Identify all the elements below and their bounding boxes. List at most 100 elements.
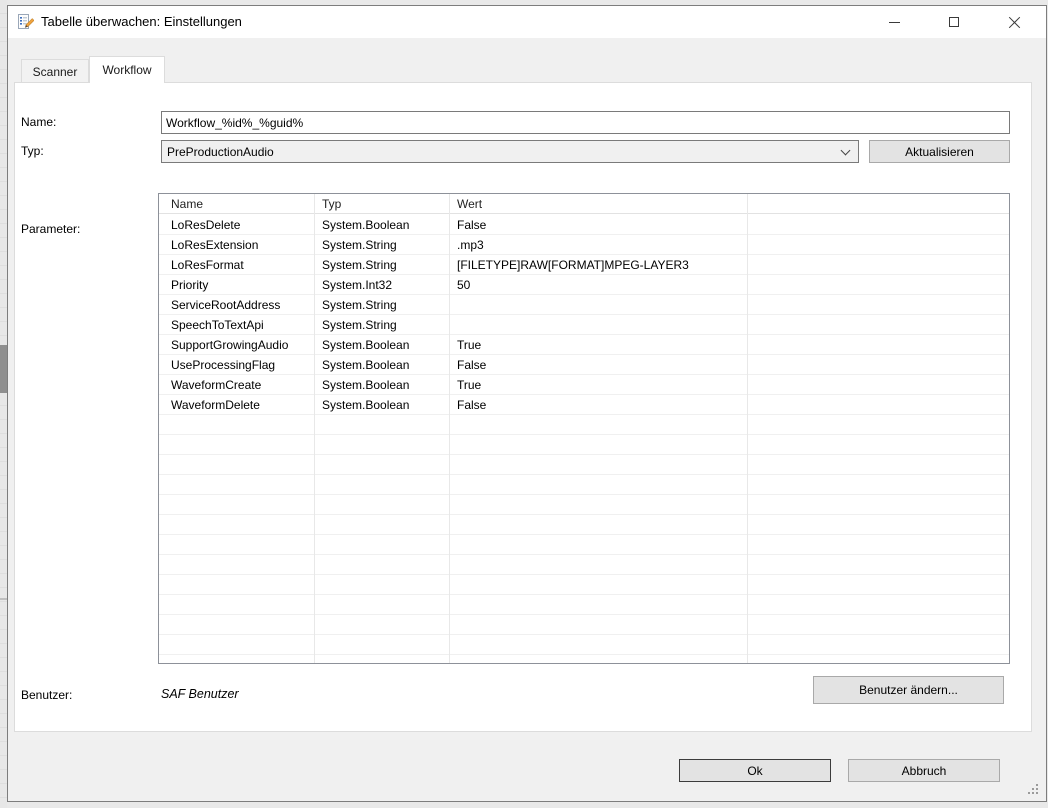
table-cell-typ [314, 455, 449, 474]
table-row[interactable]: WaveformDeleteSystem.BooleanFalse [159, 395, 1009, 415]
table-cell-typ: System.String [314, 315, 449, 334]
abbruch-button[interactable]: Abbruch [848, 759, 1000, 782]
table-cell-name: ServiceRootAddress [159, 295, 314, 314]
column-header-typ[interactable]: Typ [314, 194, 449, 213]
maximize-button[interactable] [924, 6, 984, 38]
table-cell-wert [449, 555, 747, 574]
table-cell-typ [314, 555, 449, 574]
table-cell-wert [449, 515, 747, 534]
table-cell-name: WaveformDelete [159, 395, 314, 414]
table-cell-typ [314, 615, 449, 634]
table-cell-typ: System.String [314, 235, 449, 254]
table-cell-wert: .mp3 [449, 235, 747, 254]
background-window-divider [0, 598, 7, 600]
close-icon [1008, 16, 1021, 29]
table-cell-typ: System.Boolean [314, 335, 449, 354]
table-cell-name: LoResDelete [159, 215, 314, 234]
window-title: Tabelle überwachen: Einstellungen [41, 6, 242, 38]
table-cell-typ: System.Int32 [314, 275, 449, 294]
table-row [159, 415, 1009, 435]
table-row[interactable]: ServiceRootAddressSystem.String [159, 295, 1009, 315]
table-row[interactable]: SupportGrowingAudioSystem.BooleanTrue [159, 335, 1009, 355]
table-row [159, 575, 1009, 595]
titlebar[interactable]: Tabelle überwachen: Einstellungen [8, 6, 1046, 38]
table-cell-wert [449, 415, 747, 434]
chevron-down-icon [841, 145, 851, 155]
benutzer-label: Benutzer: [21, 687, 72, 703]
table-cell-typ [314, 495, 449, 514]
table-row [159, 595, 1009, 615]
close-button[interactable] [984, 6, 1044, 38]
column-header-wert[interactable]: Wert [449, 194, 747, 213]
typ-dropdown[interactable]: PreProductionAudio [161, 140, 859, 163]
table-cell-name [159, 535, 314, 554]
table-row[interactable]: WaveformCreateSystem.BooleanTrue [159, 375, 1009, 395]
table-cell-wert: 50 [449, 275, 747, 294]
table-cell-typ: System.Boolean [314, 355, 449, 374]
table-row[interactable]: LoResDeleteSystem.BooleanFalse [159, 215, 1009, 235]
table-cell-typ: System.String [314, 255, 449, 274]
table-cell-name: SpeechToTextApi [159, 315, 314, 334]
table-row[interactable]: SpeechToTextApiSystem.String [159, 315, 1009, 335]
table-cell-wert [449, 475, 747, 494]
table-cell-typ [314, 415, 449, 434]
tab-workflow[interactable]: Workflow [89, 56, 165, 83]
table-cell-wert [449, 315, 747, 334]
table-cell-wert: True [449, 375, 747, 394]
table-cell-typ [314, 595, 449, 614]
table-cell-wert: [FILETYPE]RAW[FORMAT]MPEG-LAYER3 [449, 255, 747, 274]
table-cell-name: UseProcessingFlag [159, 355, 314, 374]
minimize-button[interactable] [864, 6, 924, 38]
benutzer-aendern-button[interactable]: Benutzer ändern... [813, 676, 1004, 704]
tab-scanner[interactable]: Scanner [21, 59, 89, 83]
table-cell-wert [449, 295, 747, 314]
typ-label: Typ: [21, 143, 44, 159]
benutzer-value: SAF Benutzer [161, 687, 239, 701]
aktualisieren-button[interactable]: Aktualisieren [869, 140, 1010, 163]
table-cell-wert: False [449, 395, 747, 414]
name-input[interactable] [161, 111, 1010, 134]
table-row[interactable]: LoResFormatSystem.String[FILETYPE]RAW[FO… [159, 255, 1009, 275]
table-cell-name [159, 575, 314, 594]
table-cell-wert: False [449, 215, 747, 234]
column-divider [449, 194, 450, 663]
table-cell-name: LoResExtension [159, 235, 314, 254]
table-cell-wert [449, 535, 747, 554]
table-row [159, 475, 1009, 495]
table-cell-typ: System.Boolean [314, 375, 449, 394]
table-cell-wert: True [449, 335, 747, 354]
dialog-window: Tabelle überwachen: Einstellungen Scanne… [7, 5, 1047, 802]
table-cell-name [159, 455, 314, 474]
table-row[interactable]: UseProcessingFlagSystem.BooleanFalse [159, 355, 1009, 375]
table-row [159, 615, 1009, 635]
table-row[interactable]: LoResExtensionSystem.String.mp3 [159, 235, 1009, 255]
table-cell-wert [449, 595, 747, 614]
table-row [159, 455, 1009, 475]
table-cell-wert [449, 575, 747, 594]
table-cell-wert [449, 615, 747, 634]
table-cell-typ [314, 635, 449, 654]
table-cell-wert [449, 435, 747, 454]
column-divider [747, 194, 748, 663]
background-window-edge [0, 0, 7, 808]
table-cell-name [159, 635, 314, 654]
table-cell-wert [449, 635, 747, 654]
parameter-label: Parameter: [21, 221, 80, 237]
window-controls [864, 6, 1044, 38]
table-row [159, 555, 1009, 575]
table-cell-name [159, 515, 314, 534]
table-cell-typ: System.String [314, 295, 449, 314]
table-row [159, 635, 1009, 655]
table-cell-name [159, 475, 314, 494]
resize-grip-icon[interactable] [1026, 782, 1040, 796]
column-header-name[interactable]: Name [159, 194, 314, 213]
table-edit-icon [16, 13, 34, 31]
table-cell-typ [314, 515, 449, 534]
column-divider [314, 194, 315, 663]
table-cell-wert: False [449, 355, 747, 374]
ok-button[interactable]: Ok [679, 759, 831, 782]
table-cell-name: SupportGrowingAudio [159, 335, 314, 354]
table-cell-name [159, 415, 314, 434]
table-row[interactable]: PrioritySystem.Int3250 [159, 275, 1009, 295]
table-row [159, 535, 1009, 555]
